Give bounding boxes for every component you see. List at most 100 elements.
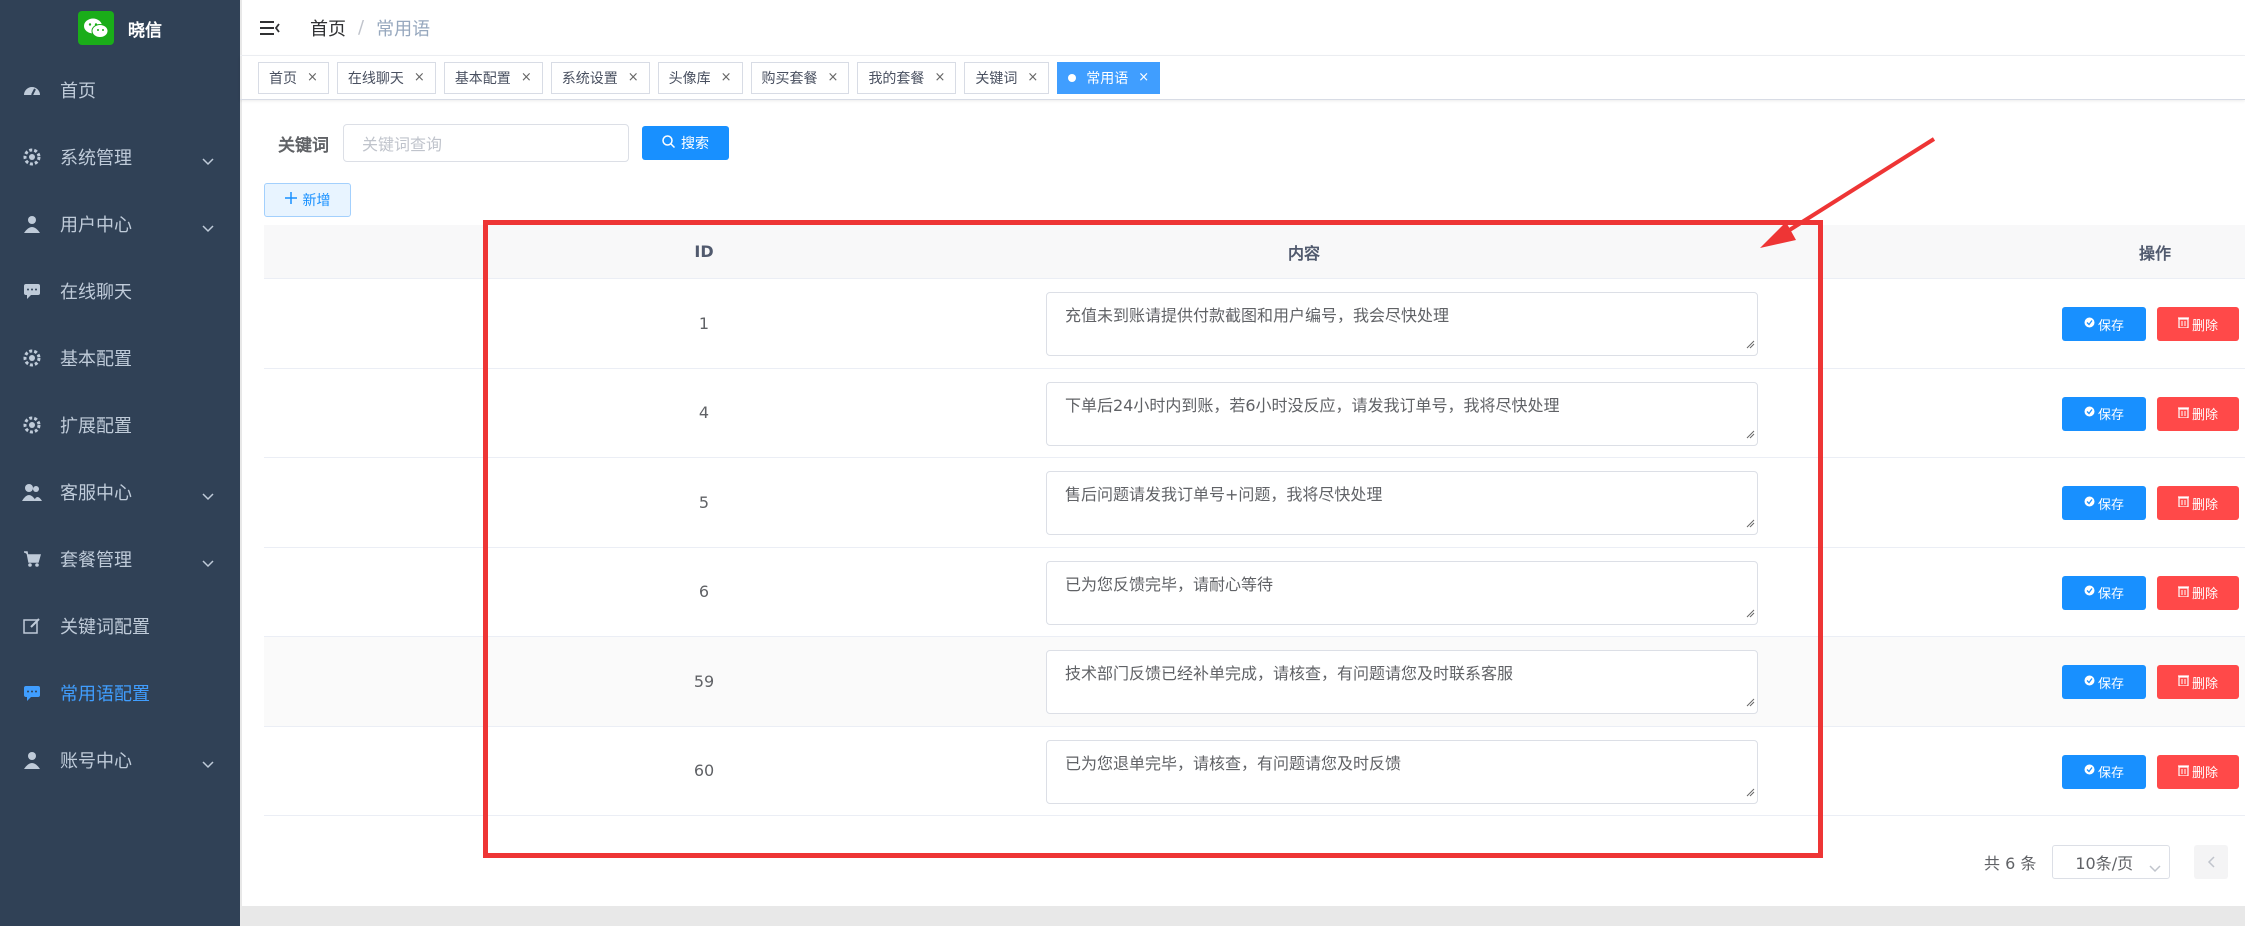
delete-label: 删除 (2191, 318, 2218, 334)
tab-label: 系统设置 (561, 70, 618, 87)
tab-system-settings[interactable]: 系统设置 × (550, 61, 650, 94)
tab-label: 首页 (269, 70, 297, 87)
chevron-down-icon (202, 552, 214, 573)
page-size-value: 10条/页 (2075, 854, 2134, 873)
tab-label: 我的套餐 (868, 70, 925, 87)
sidebar-item-users[interactable]: 用户中心 (0, 190, 240, 257)
save-label: 保存 (2097, 587, 2124, 602)
header-operations: 操作 (2138, 243, 2171, 263)
delete-button[interactable]: 删除 (2157, 307, 2239, 341)
close-icon[interactable]: × (307, 70, 318, 85)
add-button[interactable]: 新增 (264, 183, 351, 217)
tab-basic-config[interactable]: 基本配置 × (443, 61, 543, 94)
sidebar-item-label: 关键词配置 (60, 616, 150, 638)
close-icon[interactable]: × (521, 70, 532, 85)
page-size-select[interactable]: 10条/页 (2052, 845, 2171, 879)
tab-common-phrases[interactable]: 常用语 × (1057, 61, 1161, 94)
prev-page-button[interactable] (2194, 845, 2229, 879)
sidebar-item-ext-config[interactable]: 扩展配置 (0, 391, 240, 458)
chevron-left-icon (2207, 853, 2215, 872)
delete-button[interactable]: 删除 (2157, 665, 2239, 699)
hamburger-icon[interactable] (260, 17, 282, 39)
app-name: 晓信 (128, 20, 162, 41)
check-circle-icon (2084, 406, 2095, 421)
delete-button[interactable]: 删除 (2157, 754, 2239, 789)
delete-button[interactable]: 删除 (2157, 396, 2239, 431)
delete-button[interactable]: 删除 (2157, 575, 2239, 610)
save-label: 保存 (2097, 408, 2124, 423)
tab-label: 头像库 (668, 70, 711, 87)
tab-label: 在线聊天 (347, 70, 404, 87)
tab-home[interactable]: 首页 × (258, 61, 329, 94)
active-dot-icon (1068, 73, 1077, 82)
sidebar-item-phrases[interactable]: 常用语配置 (0, 659, 240, 726)
sidebar-item-chat[interactable]: 在线聊天 (0, 257, 240, 324)
save-button[interactable]: 保存 (2062, 754, 2146, 789)
search-placeholder: 关键词查询 (362, 135, 443, 154)
tab-label: 关键词 (975, 70, 1018, 87)
horizontal-scrollbar[interactable] (240, 906, 2245, 926)
sidebar-item-label: 系统管理 (60, 147, 132, 169)
close-icon[interactable]: × (1027, 70, 1038, 85)
tab-online-chat[interactable]: 在线聊天 × (336, 61, 436, 94)
save-button[interactable]: 保存 (2062, 307, 2146, 341)
cart-icon (22, 549, 42, 569)
chevron-down-icon (2149, 858, 2161, 877)
sidebar-item-account[interactable]: 账号中心 (0, 726, 240, 793)
close-icon[interactable]: × (1138, 70, 1149, 85)
tab-keywords[interactable]: 关键词 × (964, 61, 1050, 94)
breadcrumb-separator: / (358, 17, 365, 38)
trash-icon (2177, 674, 2189, 690)
breadcrumb-home[interactable]: 首页 (310, 15, 346, 41)
delete-label: 删除 (2191, 676, 2218, 692)
close-icon[interactable]: × (628, 70, 639, 85)
search-button[interactable]: 搜索 (642, 126, 729, 160)
pagination-total: 共 6 条 (1984, 854, 2037, 873)
save-button[interactable]: 保存 (2062, 575, 2146, 610)
tab-my-package[interactable]: 我的套餐 × (857, 61, 957, 94)
close-icon[interactable]: × (828, 70, 839, 85)
save-label: 保存 (2097, 766, 2124, 781)
users-icon (22, 482, 42, 502)
sidebar-item-home[interactable]: 首页 (0, 56, 240, 123)
edit-icon (22, 616, 42, 636)
sidebar-item-label: 用户中心 (60, 214, 132, 236)
search-icon (662, 134, 676, 152)
tab-avatar-library[interactable]: 头像库 × (657, 61, 743, 94)
save-button[interactable]: 保存 (2062, 486, 2146, 520)
close-icon[interactable]: × (414, 70, 425, 85)
sidebar-item-label: 首页 (60, 80, 96, 102)
save-button[interactable]: 保存 (2062, 396, 2146, 431)
user-icon (22, 214, 42, 234)
keyword-search-input[interactable]: 关键词查询 (343, 124, 629, 162)
sidebar-item-packages[interactable]: 套餐管理 (0, 525, 240, 592)
tags-view: 首页 × 在线聊天 × 基本配置 × 系统设置 × 头像库 × 购买套餐 × 我的套餐 × 关… (240, 56, 2245, 100)
tab-buy-package[interactable]: 购买套餐 × (750, 61, 850, 94)
breadcrumb-current: 常用语 (376, 18, 431, 40)
delete-button[interactable]: 删除 (2157, 486, 2239, 520)
wechat-logo-icon (78, 11, 114, 45)
chevron-down-icon (202, 753, 214, 774)
sidebar-item-service[interactable]: 客服中心 (0, 458, 240, 525)
check-circle-icon (2084, 764, 2095, 779)
sidebar-item-label: 常用语配置 (60, 683, 150, 705)
chevron-down-icon (202, 217, 214, 238)
chat-icon (22, 683, 42, 703)
sidebar-item-label: 扩展配置 (60, 415, 132, 437)
add-button-label: 新增 (302, 193, 331, 209)
save-button[interactable]: 保存 (2062, 665, 2146, 699)
save-label: 保存 (2097, 318, 2124, 334)
pagination: 共 6 条 10条/页 (1984, 845, 2229, 879)
close-icon[interactable]: × (721, 70, 732, 85)
breadcrumb: 首页 / 常用语 (310, 15, 430, 41)
close-icon[interactable]: × (934, 70, 945, 85)
check-circle-icon (2084, 675, 2095, 690)
sidebar-item-system[interactable]: 系统管理 (0, 123, 240, 190)
delete-label: 删除 (2191, 408, 2218, 423)
user-icon (22, 750, 42, 770)
chevron-down-icon (202, 150, 214, 171)
sidebar-item-keywords[interactable]: 关键词配置 (0, 592, 240, 659)
sidebar-item-basic-config[interactable]: 基本配置 (0, 324, 240, 391)
gear-icon (22, 147, 42, 167)
search-button-label: 搜索 (681, 136, 709, 152)
